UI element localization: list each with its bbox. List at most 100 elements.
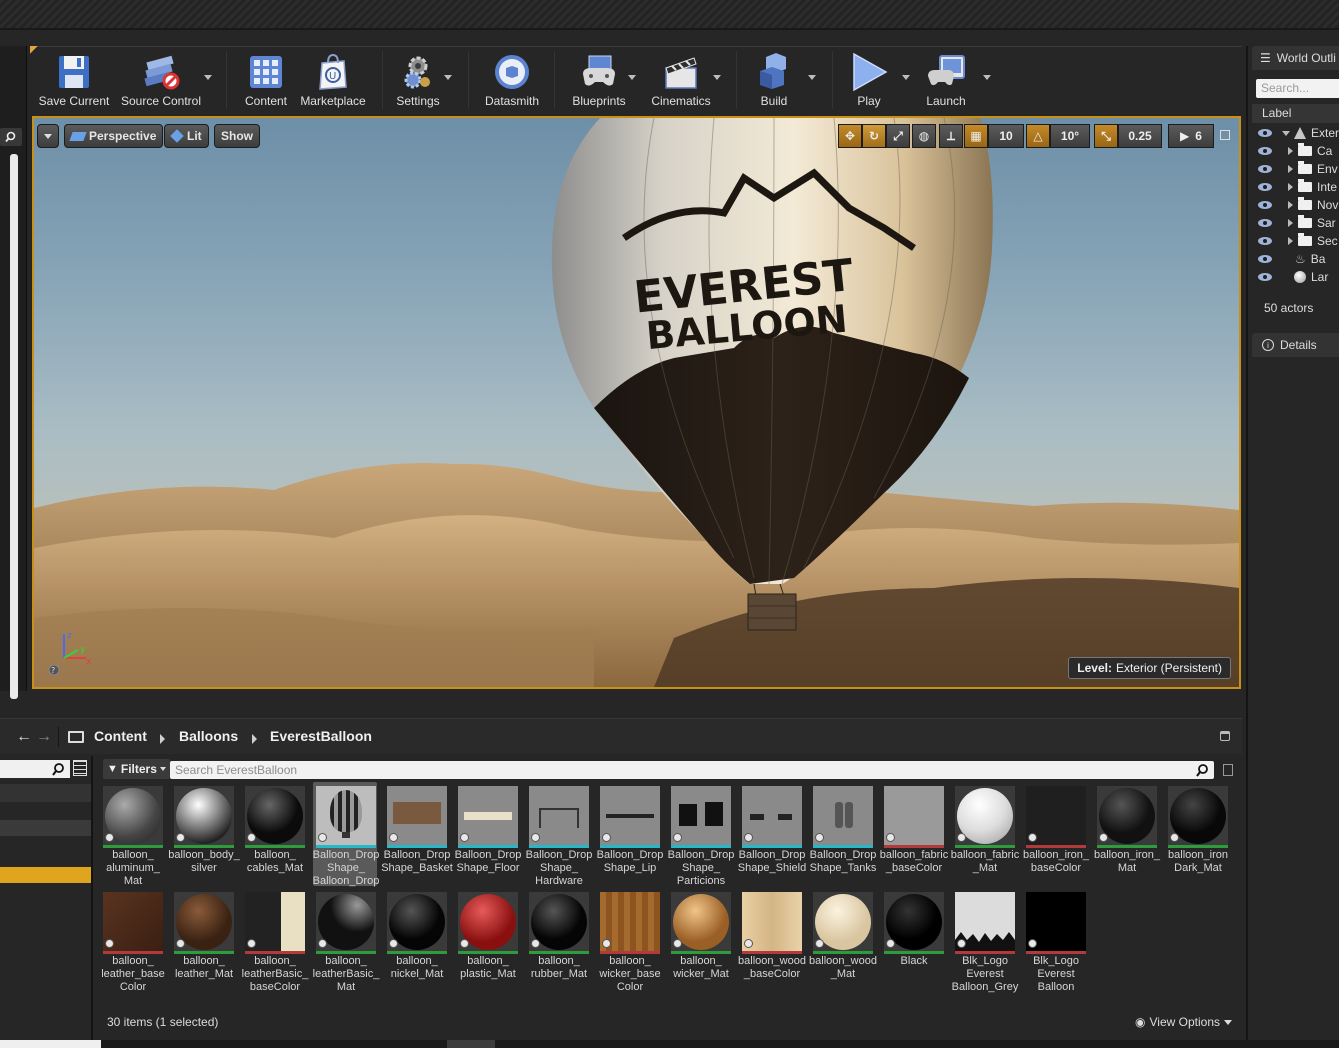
breadcrumb-arrow-icon[interactable]	[160, 734, 165, 744]
outliner-row[interactable]: Inte	[1252, 178, 1339, 196]
rotation-snap-value[interactable]: 10°	[1050, 124, 1090, 148]
rotate-tool-button[interactable]: ↻	[862, 124, 886, 148]
build-dropdown-arrow[interactable]	[808, 75, 816, 80]
asset-tile[interactable]: Balloon_Drop Shape_Tanks	[810, 782, 876, 886]
visibility-eye-icon[interactable]	[1258, 219, 1272, 227]
asset-tile[interactable]: Black	[881, 888, 945, 992]
visibility-eye-icon[interactable]	[1258, 165, 1272, 173]
asset-tile[interactable]: balloon_wood _baseColor	[738, 888, 806, 992]
source-folder-selected[interactable]	[0, 867, 91, 883]
asset-tile[interactable]: balloon_iron_ baseColor	[1023, 782, 1089, 886]
asset-tile[interactable]: balloon_fabric _baseColor	[880, 782, 948, 886]
viewport-options-dropdown[interactable]	[37, 124, 59, 148]
asset-tile[interactable]: balloon_wood _Mat	[809, 888, 877, 992]
show-flags-button[interactable]: Show	[214, 124, 260, 148]
expand-arrow-icon[interactable]	[1282, 130, 1290, 136]
sources-search-input[interactable]	[0, 760, 70, 778]
forward-arrow-icon[interactable]: →	[36, 728, 52, 746]
translate-tool-button[interactable]: ✥	[838, 124, 862, 148]
back-arrow-icon[interactable]: ←	[16, 728, 32, 746]
asset-tile-selected[interactable]: Balloon_Drop Shape_ Balloon_Drop	[313, 782, 379, 887]
visibility-eye-icon[interactable]	[1258, 255, 1272, 263]
source-folder-row[interactable]	[0, 820, 91, 836]
asset-tile[interactable]: Balloon_Drop Shape_Shield	[738, 782, 806, 886]
save-search-icon[interactable]	[1223, 764, 1233, 776]
outliner-row[interactable]: Ca	[1252, 142, 1339, 160]
marketplace-button[interactable]: U Marketplace	[296, 47, 370, 111]
cinematics-button[interactable]: Cinematics	[644, 47, 718, 111]
outliner-column-label[interactable]: Label	[1252, 104, 1339, 123]
level-viewport[interactable]: EVEREST BALLOON z x y ? Perspective Lit …	[32, 116, 1241, 689]
visibility-eye-icon[interactable]	[1258, 201, 1272, 209]
blueprints-button[interactable]: Blueprints	[564, 47, 634, 111]
build-button[interactable]: Build	[744, 47, 804, 111]
expand-arrow-icon[interactable]	[1288, 219, 1293, 227]
maximize-viewport-icon[interactable]	[1220, 130, 1230, 140]
asset-tile[interactable]: Blk_Logo Everest Balloon_Grey	[952, 888, 1018, 993]
details-tab[interactable]: i Details	[1252, 333, 1339, 357]
play-button[interactable]: Play	[840, 47, 898, 111]
breadcrumb-everestballoon[interactable]: EverestBalloon	[270, 728, 372, 744]
scale-snap-toggle[interactable]: ⤡	[1094, 124, 1118, 148]
grid-snap-value[interactable]: 10	[988, 124, 1024, 148]
source-folder-row[interactable]	[0, 784, 91, 802]
visibility-eye-icon[interactable]	[1258, 183, 1272, 191]
expand-arrow-icon[interactable]	[1288, 165, 1293, 173]
view-options-button[interactable]: ◉ View Options	[1135, 1015, 1232, 1029]
launch-button[interactable]: Launch	[916, 47, 976, 111]
asset-tile[interactable]: balloon_iron Dark_Mat	[1165, 782, 1229, 886]
asset-tile[interactable]: balloon_ nickel_Mat	[384, 888, 448, 992]
asset-tile[interactable]: Balloon_Drop Shape_Lip	[597, 782, 663, 886]
outliner-row[interactable]: Env	[1252, 160, 1339, 178]
asset-tile[interactable]: Balloon_Drop Shape_ Particions	[668, 782, 734, 887]
source-control-button[interactable]: Source Control	[118, 47, 204, 111]
lighting-mode-button[interactable]: Lit	[164, 124, 209, 148]
status-bar-handle[interactable]	[447, 1040, 495, 1048]
outliner-row[interactable]: ♨ Ba	[1252, 250, 1339, 268]
expand-arrow-icon[interactable]	[1288, 183, 1293, 191]
asset-tile[interactable]: Balloon_Drop Shape_ Hardware	[526, 782, 592, 887]
asset-tile[interactable]: balloon_ leatherBasic_ baseColor	[242, 888, 308, 993]
asset-tile[interactable]: balloon_ wicker_base Color	[597, 888, 661, 993]
outliner-row[interactable]: Lar	[1252, 268, 1339, 286]
visibility-eye-icon[interactable]	[1258, 129, 1272, 137]
asset-tile[interactable]: balloon_ aluminum_ Mat	[100, 782, 164, 887]
grid-snap-toggle[interactable]: ▦	[964, 124, 988, 148]
outliner-row[interactable]: Exter	[1252, 124, 1339, 142]
search-icon[interactable]	[1196, 763, 1210, 777]
asset-tile[interactable]: balloon_ plastic_Mat	[455, 888, 519, 992]
visibility-eye-icon[interactable]	[1258, 147, 1272, 155]
expand-arrow-icon[interactable]	[1288, 237, 1293, 245]
visibility-eye-icon[interactable]	[1258, 273, 1272, 281]
list-view-icon[interactable]	[73, 760, 87, 776]
asset-tile[interactable]: balloon_ rubber_Mat	[526, 888, 590, 992]
visibility-eye-icon[interactable]	[1258, 237, 1272, 245]
view-mode-button[interactable]: Perspective	[64, 124, 164, 148]
asset-tile[interactable]: Balloon_Drop Shape_Floor	[455, 782, 521, 886]
surface-snap-button[interactable]: ⟂	[939, 124, 963, 148]
asset-tile[interactable]: balloon_ cables_Mat	[242, 782, 306, 886]
filters-button[interactable]: ▼ Filters	[103, 759, 170, 779]
asset-tile[interactable]: balloon_iron_ Mat	[1094, 782, 1160, 886]
asset-tile[interactable]: balloon_ leather_base Color	[100, 888, 165, 993]
camera-speed-button[interactable]: ▶ 6	[1168, 124, 1214, 148]
breadcrumb-arrow-icon[interactable]	[252, 734, 257, 744]
settings-dropdown-arrow[interactable]	[444, 75, 452, 80]
breadcrumb-balloons[interactable]: Balloons	[179, 728, 238, 744]
blueprints-dropdown-arrow[interactable]	[628, 75, 636, 80]
outliner-row[interactable]: Nov	[1252, 196, 1339, 214]
datasmith-button[interactable]: Datasmith	[478, 47, 546, 111]
asset-tile[interactable]: Blk_Logo Everest Balloon	[1023, 888, 1087, 993]
lock-icon[interactable]	[1220, 731, 1230, 741]
world-outliner-tab[interactable]: ☰ World Outli	[1252, 46, 1339, 70]
content-button[interactable]: Content	[236, 47, 296, 111]
breadcrumb-content[interactable]: Content	[94, 728, 147, 744]
search-icon[interactable]	[0, 128, 22, 146]
outliner-row[interactable]: Sar	[1252, 214, 1339, 232]
launch-dropdown-arrow[interactable]	[983, 75, 991, 80]
cinematics-dropdown-arrow[interactable]	[713, 75, 721, 80]
asset-tile[interactable]: balloon_body_ silver	[168, 782, 240, 886]
left-panel-scrollbar[interactable]	[10, 154, 18, 699]
asset-tile[interactable]: balloon_fabric _Mat	[951, 782, 1019, 886]
scale-snap-value[interactable]: 0.25	[1118, 124, 1162, 148]
